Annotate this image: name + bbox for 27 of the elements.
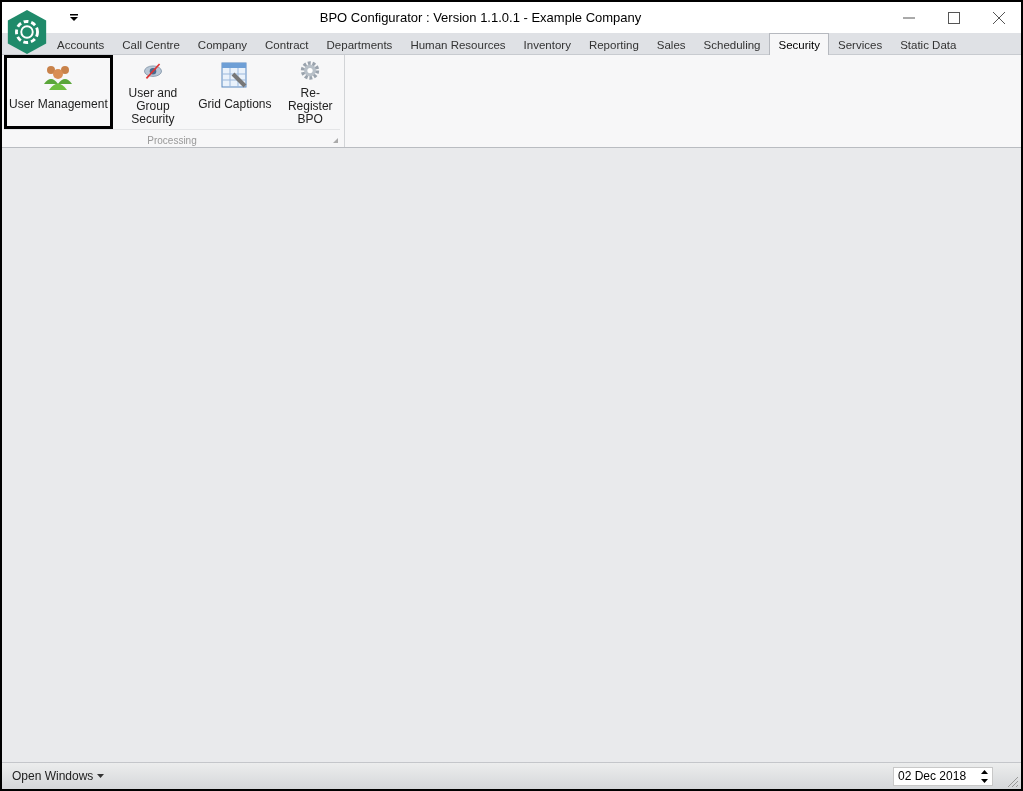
ribbon-tab[interactable]: Departments <box>317 33 402 55</box>
window-title: BPO Configurator : Version 1.1.0.1 - Example Company <box>318 10 643 25</box>
open-windows-menu[interactable]: Open Windows <box>6 768 111 784</box>
ribbon-tab[interactable]: Human Resources <box>401 33 515 55</box>
ribbon-button[interactable]: Grid Captions <box>193 55 277 129</box>
ribbon-tab[interactable]: Scheduling <box>694 33 770 55</box>
maximize-icon[interactable] <box>948 11 960 24</box>
ribbon-tab[interactable]: Company <box>188 33 257 55</box>
spin-arrows-icon[interactable] <box>981 769 988 783</box>
ribbon-tab[interactable]: Services <box>829 33 892 55</box>
ribbon-button[interactable]: User and Group Security <box>112 55 194 129</box>
ribbon-button[interactable]: Re-Register BPO <box>276 55 344 129</box>
resize-grip-icon[interactable] <box>1007 776 1018 787</box>
ribbon-tab[interactable]: Security <box>769 33 830 55</box>
date-field[interactable]: 02 Dec 2018 <box>893 766 993 786</box>
ribbon-tab[interactable]: Inventory <box>514 33 580 55</box>
dropdown-arrow-icon[interactable] <box>70 14 78 21</box>
ribbon-tab[interactable]: Call Centre <box>113 33 189 55</box>
ribbon-tab[interactable]: Accounts <box>48 33 114 55</box>
caret-icon <box>97 774 105 778</box>
close-icon[interactable] <box>993 11 1005 24</box>
ribbon-tab[interactable]: Static Data <box>891 33 966 55</box>
ribbon-button[interactable]: User Management <box>4 55 113 129</box>
ribbon-tab[interactable]: Sales <box>647 33 695 55</box>
group-label: Processing <box>147 135 197 146</box>
ribbon-tab[interactable]: Contract <box>256 33 318 55</box>
ribbon-tab[interactable]: Reporting <box>579 33 648 55</box>
